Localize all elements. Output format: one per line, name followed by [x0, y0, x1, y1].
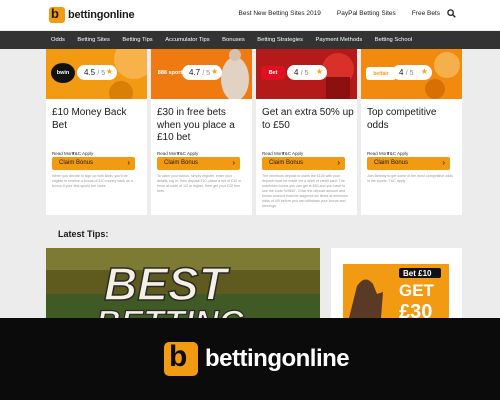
ad-line-3: £30 [399, 301, 432, 318]
offer-card: bwin 4.5 / 5 ★ £10 Money Back Bet Read Mo… [46, 49, 147, 215]
nav-item-odds[interactable]: Odds [51, 37, 65, 43]
nav-item-betting-strategies[interactable]: Betting Strategies [257, 37, 303, 43]
overlay-logo-text: bettingonline [205, 345, 350, 372]
hero-image: BEST BETTING [46, 248, 320, 318]
claim-bonus-button[interactable]: Claim Bonus [157, 157, 240, 170]
rating-badge: 4 / 5 ★ [392, 65, 432, 80]
nav-item-betting-sites[interactable]: Betting Sites [77, 37, 110, 43]
claim-bonus-button[interactable]: Claim Bonus [367, 157, 450, 170]
top-link-paypal-sites[interactable]: PayPal Betting Sites [337, 10, 396, 17]
ad-line-1: Bet £10 [403, 269, 432, 278]
offer-cards: bwin 4.5 / 5 ★ £10 Money Back Bet Read Mo… [46, 49, 462, 215]
latest-tips-hero[interactable]: BEST BETTING [46, 248, 320, 318]
star-icon: ★ [315, 67, 323, 76]
overlay-logo: b bettingonline [164, 340, 350, 376]
read-more-link[interactable]: Read More [157, 151, 179, 156]
brand-overlay: b bettingonline [0, 318, 500, 400]
offer-title: Top competitive odds [367, 107, 437, 131]
ad-art: Bet £10 GET £30 [343, 264, 449, 318]
latest-tips-heading: Latest Tips: [58, 229, 109, 239]
nav-item-payment-methods[interactable]: Payment Methods [316, 37, 363, 43]
offer-terms: When you decide to sign up with Bwin, yo… [52, 174, 133, 188]
ad-image: Bet £10 GET £30 [343, 264, 449, 318]
brand-logo: Bet [261, 66, 285, 80]
hero-text-best: BEST [104, 258, 231, 310]
star-icon: ★ [105, 67, 113, 76]
offer-terms: To claim your bonus, simply register, en… [157, 174, 242, 193]
claim-bonus-button[interactable]: Claim Bonus [52, 157, 135, 170]
read-more-link[interactable]: Read More [367, 151, 389, 156]
offer-title: £10 Money Back Bet [52, 107, 127, 131]
nav-item-accumulator-tips[interactable]: Accumulator Tips [165, 37, 209, 43]
top-links: Best New Betting Sites 2019 PayPal Betti… [239, 10, 440, 17]
tc-apply-link[interactable]: T&C Apply [387, 151, 408, 156]
top-link-best-new-sites[interactable]: Best New Betting Sites 2019 [239, 10, 321, 17]
read-more-link[interactable]: Read More [262, 151, 284, 156]
overlay-logo-mark-icon: b [164, 340, 198, 376]
sidebar-ad[interactable]: Bet £10 GET £30 [331, 248, 462, 318]
offer-terms: The minimum deposit to claim the £100 wi… [262, 174, 348, 208]
read-more-link[interactable]: Read More [52, 151, 74, 156]
hero-text-betting: BETTING [96, 304, 245, 318]
tc-apply-link[interactable]: T&C Apply [177, 151, 198, 156]
tc-apply-link[interactable]: T&C Apply [72, 151, 93, 156]
offer-terms: Join Betway to get some of the most comp… [367, 174, 453, 183]
page: b bettingonline Best New Betting Sites 2… [0, 0, 500, 400]
offer-card: betfair 4 / 5 ★ Top competitive odds Read… [361, 49, 462, 215]
star-icon: ★ [420, 67, 428, 76]
rating-badge: 4.5 / 5 ★ [77, 65, 117, 80]
tc-apply-link[interactable]: T&C Apply [282, 151, 303, 156]
brand-logo: 888 sport [156, 63, 184, 83]
site-logo[interactable]: b bettingonline [49, 6, 135, 23]
rating-badge: 4 / 5 ★ [287, 65, 327, 80]
star-icon: ★ [210, 67, 218, 76]
offer-title: £30 in free bets when you place a £10 be… [157, 107, 235, 143]
rating-badge: 4.7 / 5 ★ [182, 65, 222, 80]
logo-text: bettingonline [68, 8, 135, 21]
nav-item-bonuses[interactable]: Bonuses [222, 37, 245, 43]
nav-item-betting-school[interactable]: Betting School [375, 37, 412, 43]
claim-bonus-button[interactable]: Claim Bonus [262, 157, 345, 170]
brand-logo: bwin [51, 63, 75, 83]
offer-banner: bwin 4.5 / 5 ★ [46, 49, 147, 99]
nav-item-betting-tips[interactable]: Betting Tips [122, 37, 152, 43]
site-header: b bettingonline Best New Betting Sites 2… [0, 0, 500, 30]
ad-line-2: GET [399, 281, 435, 300]
search-icon[interactable] [447, 9, 456, 18]
logo-mark-icon: b [49, 6, 65, 23]
offer-title: Get an extra 50% up to £50 [262, 107, 354, 131]
offer-card: Bet 4 / 5 ★ Get an extra 50% up to £50 Re… [256, 49, 357, 215]
offer-card: 888 sport 4.7 / 5 ★ £30 in free bets when… [151, 49, 252, 215]
top-link-free-bets[interactable]: Free Bets [412, 10, 440, 17]
offer-banner: 888 sport 4.7 / 5 ★ [151, 49, 252, 99]
offer-banner: betfair 4 / 5 ★ [361, 49, 462, 99]
offer-banner: Bet 4 / 5 ★ [256, 49, 357, 99]
main-nav: Odds Betting Sites Betting Tips Accumula… [0, 31, 500, 49]
